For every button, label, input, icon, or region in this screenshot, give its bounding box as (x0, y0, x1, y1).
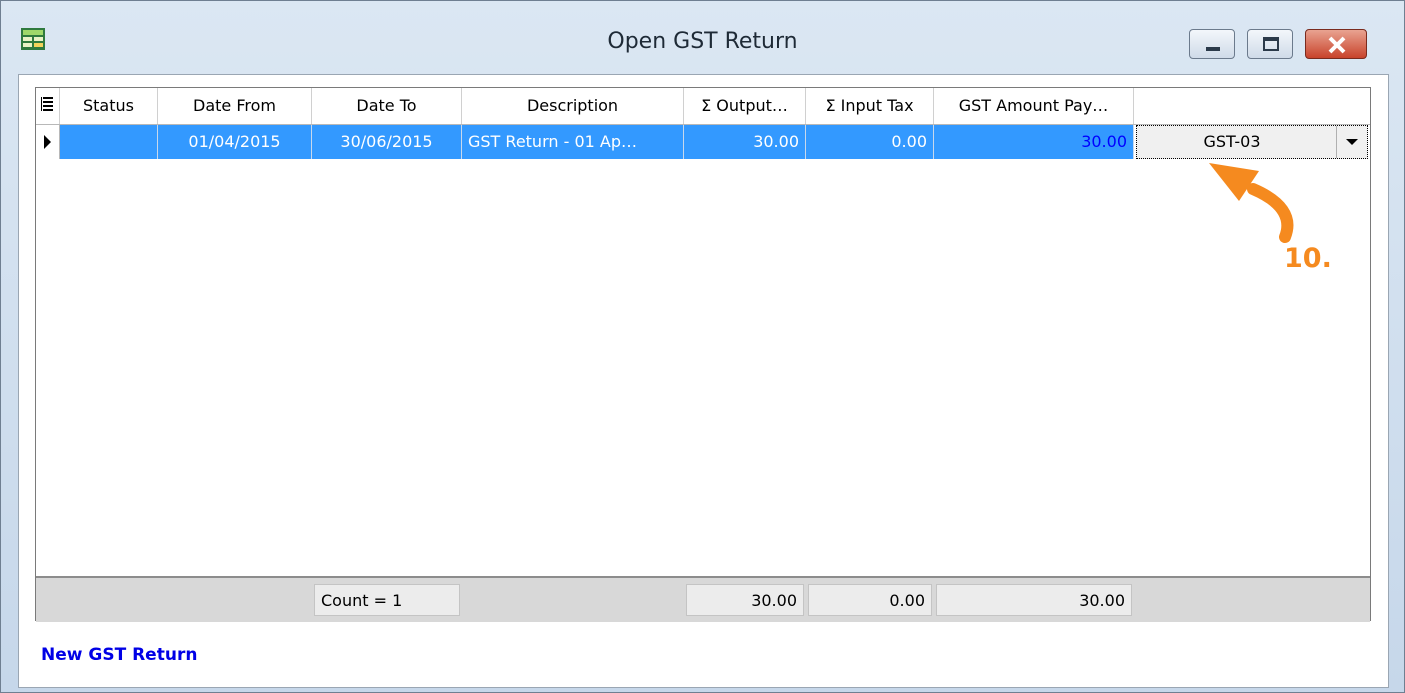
col-header-date-from[interactable]: Date From (158, 88, 312, 124)
table-row[interactable]: 01/04/2015 30/06/2015 GST Return - 01 Ap… (36, 125, 1370, 159)
row-pointer-icon (44, 135, 51, 149)
footer-output-total: 30.00 (686, 584, 804, 616)
dropdown-arrow-button[interactable] (1336, 126, 1367, 158)
footer-count: Count = 1 (314, 584, 460, 616)
col-header-status[interactable]: Status (60, 88, 158, 124)
maximize-button[interactable] (1247, 29, 1293, 59)
col-header-description[interactable]: Description (462, 88, 684, 124)
footer-spacer (60, 584, 312, 616)
col-header-form (1134, 88, 1370, 124)
col-header-input-tax[interactable]: Σ Input Tax (806, 88, 934, 124)
open-gst-return-window: Open GST Return Status Date From Date To… (0, 0, 1405, 693)
minimize-button[interactable] (1189, 29, 1235, 59)
cell-date-from[interactable]: 01/04/2015 (158, 125, 312, 159)
new-gst-return-link[interactable]: New GST Return (41, 645, 197, 665)
grid-header: Status Date From Date To Description Σ O… (36, 88, 1370, 125)
cell-status[interactable] (60, 125, 158, 159)
annotation-step-label: 10. (1284, 243, 1332, 274)
footer-input-total: 0.00 (808, 584, 932, 616)
cell-date-to[interactable]: 30/06/2015 (312, 125, 462, 159)
client-area: Status Date From Date To Description Σ O… (18, 74, 1389, 688)
annotation-arrow-icon (1209, 163, 1294, 243)
minimize-icon (1206, 47, 1220, 51)
col-header-date-to[interactable]: Date To (312, 88, 462, 124)
column-chooser-icon (41, 97, 53, 111)
cell-output[interactable]: 30.00 (684, 125, 806, 159)
title-bar[interactable]: Open GST Return (1, 1, 1404, 73)
column-chooser-button[interactable] (36, 88, 60, 124)
col-header-gst-payable[interactable]: GST Amount Pay… (934, 88, 1134, 124)
grid-footer: Count = 1 30.00 0.00 30.00 (36, 576, 1370, 622)
cell-gst-payable[interactable]: 30.00 (934, 125, 1134, 159)
footer-payable-total: 30.00 (936, 584, 1132, 616)
row-indicator (36, 125, 60, 159)
close-button[interactable] (1305, 29, 1367, 59)
col-header-output[interactable]: Σ Output… (684, 88, 806, 124)
cell-input-tax[interactable]: 0.00 (806, 125, 934, 159)
cell-description[interactable]: GST Return - 01 Ap… (462, 125, 684, 159)
maximize-icon (1263, 37, 1279, 51)
chevron-down-icon (1346, 139, 1358, 145)
gst-return-grid[interactable]: Status Date From Date To Description Σ O… (35, 87, 1371, 622)
close-icon (1328, 36, 1346, 54)
